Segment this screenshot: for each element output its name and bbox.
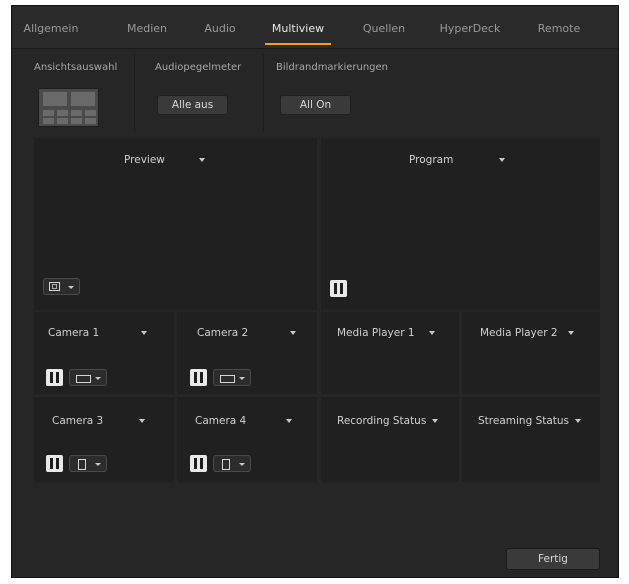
safe-area-multi-button[interactable] xyxy=(43,278,80,295)
preview-source-label: Preview xyxy=(124,154,165,166)
layout-label: Ansichtsauswahl xyxy=(34,62,118,73)
multiview-window-8: Streaming Status xyxy=(462,397,600,482)
source-label: Streaming Status xyxy=(478,415,570,427)
multiview-window-4: Media Player 2 xyxy=(462,312,600,394)
program-window: Program xyxy=(321,138,600,310)
chevron-down-icon xyxy=(575,419,582,423)
chevron-down-icon xyxy=(139,419,146,423)
tab-remote[interactable]: Remote xyxy=(538,22,580,35)
multiview-window-2: Camera 2 xyxy=(177,312,317,394)
source-dropdown[interactable]: Recording Status xyxy=(337,415,439,427)
safe-area-4-3-icon xyxy=(222,459,230,470)
safe-area-16-9-icon xyxy=(220,375,235,383)
source-label: Camera 3 xyxy=(52,415,104,427)
tab-bar: Allgemein Medien Audio Multiview Quellen… xyxy=(12,6,618,49)
preview-window: Preview xyxy=(34,138,317,310)
chevron-down-icon xyxy=(68,286,74,289)
safe-area-inner-frame xyxy=(52,284,57,289)
safe-area-4-3-button[interactable] xyxy=(213,455,251,472)
safe-area-16-9-icon xyxy=(76,375,91,383)
chevron-down-icon xyxy=(286,419,293,423)
chevron-down-icon xyxy=(432,419,439,423)
source-dropdown[interactable]: Camera 1 xyxy=(48,327,148,339)
tab-medien[interactable]: Medien xyxy=(127,22,167,35)
tab-hyperdeck[interactable]: HyperDeck xyxy=(440,22,501,35)
audio-meter-icon[interactable] xyxy=(190,455,207,472)
audio-meter-icon[interactable] xyxy=(46,455,63,472)
preview-source-dropdown[interactable]: Preview xyxy=(124,154,205,166)
source-label: Camera 1 xyxy=(48,327,100,339)
source-dropdown[interactable]: Streaming Status xyxy=(478,415,582,427)
tab-quellen[interactable]: Quellen xyxy=(363,22,405,35)
source-label: Camera 4 xyxy=(195,415,247,427)
safe-area-4-3-icon xyxy=(78,459,86,470)
source-dropdown[interactable]: Camera 4 xyxy=(195,415,293,427)
active-tab-indicator xyxy=(265,43,331,45)
multiview-window-7: Recording Status xyxy=(321,397,459,482)
program-source-dropdown[interactable]: Program xyxy=(409,154,506,166)
multiview-window-1: Camera 1 xyxy=(34,312,174,394)
chevron-down-icon xyxy=(198,158,205,162)
source-label: Media Player 1 xyxy=(337,327,415,339)
multiview-window-3: Media Player 1 xyxy=(321,312,459,394)
audio-meter-label: Audiopegelmeter xyxy=(155,62,242,73)
chevron-down-icon xyxy=(428,331,435,335)
divider xyxy=(263,54,264,132)
chevron-down-icon xyxy=(499,158,506,162)
audio-meter-icon[interactable] xyxy=(330,280,347,297)
source-dropdown[interactable]: Media Player 1 xyxy=(337,327,435,339)
tab-audio[interactable]: Audio xyxy=(204,22,235,35)
multiview-window-6: Camera 4 xyxy=(177,397,317,482)
tab-multiview[interactable]: Multiview xyxy=(272,22,324,35)
multiview-settings-window: Allgemein Medien Audio Multiview Quellen… xyxy=(11,5,619,578)
source-label: Media Player 2 xyxy=(480,327,558,339)
multiview-window-5: Camera 3 xyxy=(34,397,174,482)
chevron-down-icon xyxy=(290,331,297,335)
chevron-down-icon xyxy=(95,377,101,380)
chevron-down-icon xyxy=(141,331,148,335)
done-button[interactable]: Fertig xyxy=(506,548,600,570)
chevron-down-icon xyxy=(239,377,245,380)
safe-area-4-3-button[interactable] xyxy=(69,455,107,472)
tab-allgemein[interactable]: Allgemein xyxy=(24,22,79,35)
chevron-down-icon xyxy=(95,463,101,466)
audio-meter-icon[interactable] xyxy=(190,369,207,386)
source-dropdown[interactable]: Camera 3 xyxy=(52,415,146,427)
audio-meter-icon[interactable] xyxy=(46,369,63,386)
source-dropdown[interactable]: Camera 2 xyxy=(197,327,297,339)
source-dropdown[interactable]: Media Player 2 xyxy=(480,327,574,339)
safe-area-16-9-button[interactable] xyxy=(213,369,251,386)
safe-area-all-on-button[interactable]: All On xyxy=(280,95,351,115)
layout-selector-icon[interactable] xyxy=(38,88,99,127)
chevron-down-icon xyxy=(567,331,574,335)
program-source-label: Program xyxy=(409,154,454,166)
chevron-down-icon xyxy=(239,463,245,466)
source-label: Camera 2 xyxy=(197,327,249,339)
source-label: Recording Status xyxy=(337,415,427,427)
safe-area-label: Bildrandmarkierungen xyxy=(276,62,389,73)
audio-all-off-button[interactable]: Alle aus xyxy=(157,95,228,115)
safe-area-16-9-button[interactable] xyxy=(69,369,107,386)
divider xyxy=(134,54,135,132)
